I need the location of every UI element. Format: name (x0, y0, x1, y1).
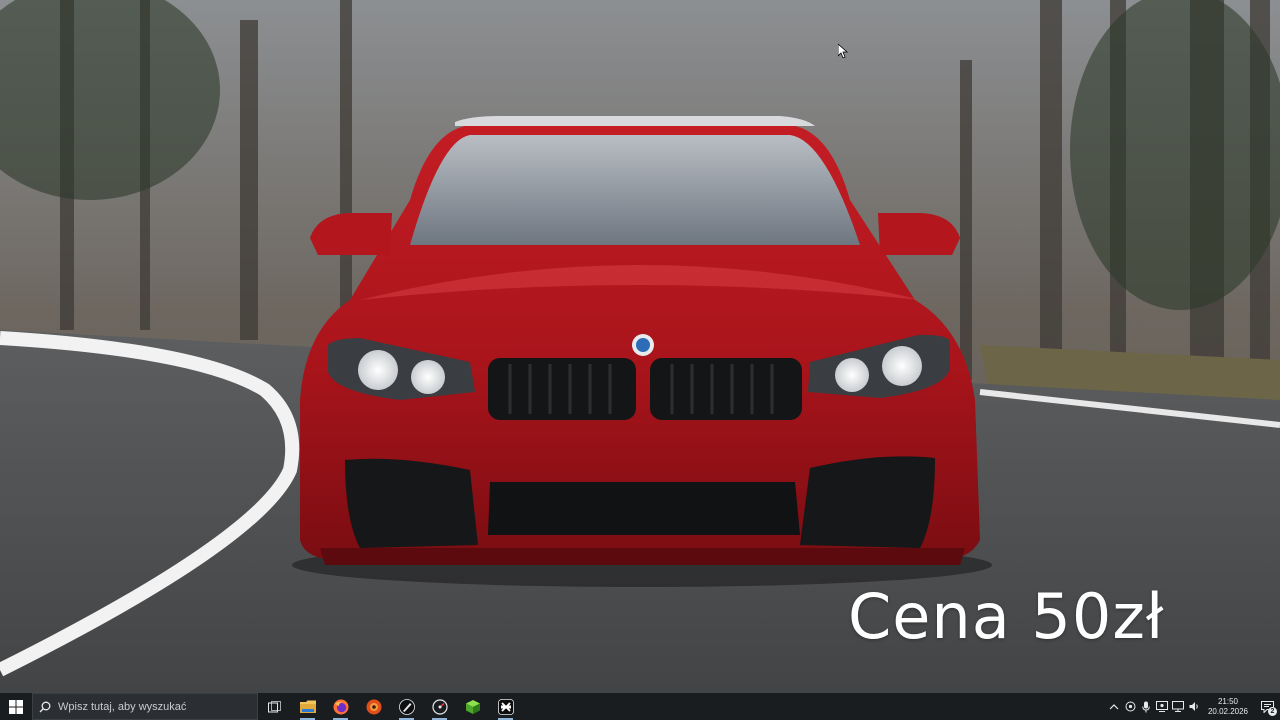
mouse-cursor-icon (838, 44, 848, 58)
windows-logo-icon (9, 699, 23, 714)
price-overlay-text: Cena 50zł (848, 580, 1165, 653)
firefox-icon (333, 699, 348, 714)
speedometer-icon (431, 698, 448, 715)
show-hidden-icons-button[interactable] (1106, 693, 1122, 720)
microphone-icon (1142, 701, 1150, 712)
tray-microphone[interactable] (1138, 693, 1154, 720)
network-icon (1172, 701, 1184, 712)
capcut-icon (497, 698, 514, 715)
search-input[interactable] (58, 700, 248, 713)
notification-count-badge: 2 (1268, 707, 1277, 716)
orange-app-icon (366, 699, 381, 714)
chevron-up-icon (1109, 704, 1119, 710)
taskbar-search-box[interactable] (32, 693, 258, 720)
system-tray: 21:50 20.02.2026 2 (1106, 693, 1280, 720)
tray-volume[interactable] (1186, 693, 1202, 720)
taskbar-firefox[interactable] (324, 693, 357, 720)
taskbar-capcut-app[interactable] (489, 693, 522, 720)
folder-icon (299, 700, 316, 713)
tray-sync[interactable] (1154, 693, 1170, 720)
taskbar-cube-app[interactable] (456, 693, 489, 720)
task-view-button[interactable] (258, 693, 291, 720)
taskbar-file-explorer[interactable] (291, 693, 324, 720)
task-view-icon (267, 700, 281, 712)
speaker-icon (1189, 702, 1198, 711)
taskbar-speed-app[interactable] (423, 693, 456, 720)
start-button[interactable] (0, 693, 32, 720)
tray-link-icon[interactable] (1122, 693, 1138, 720)
stylus-app-icon (398, 698, 415, 715)
search-icon (39, 701, 51, 712)
tray-network[interactable] (1170, 693, 1186, 720)
display-icon (1156, 701, 1168, 712)
taskbar-clock[interactable]: 21:50 20.02.2026 (1206, 693, 1250, 720)
clock-date: 20.02.2026 (1207, 706, 1249, 716)
taskbar-orange-app[interactable] (357, 693, 390, 720)
action-center-button[interactable]: 2 (1254, 693, 1280, 720)
taskbar-stylus-app[interactable] (390, 693, 423, 720)
link-icon (1125, 701, 1135, 712)
clock-time: 21:50 (1217, 696, 1239, 706)
green-cube-icon (465, 699, 480, 714)
taskbar: 21:50 20.02.2026 2 (0, 693, 1280, 720)
